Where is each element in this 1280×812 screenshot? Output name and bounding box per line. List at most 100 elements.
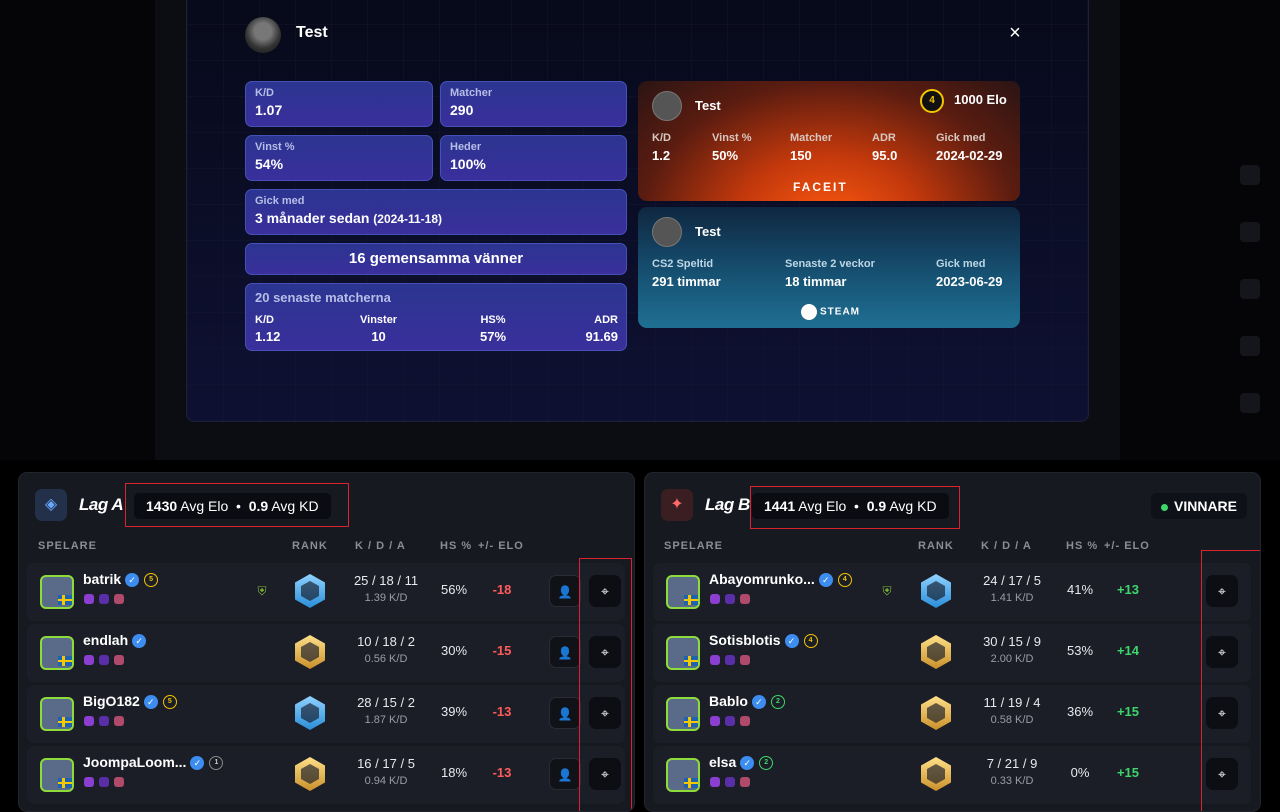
badge-icon [99,655,109,665]
badge-icon [99,594,109,604]
player-name-text[interactable]: JoompaLoom... [83,754,186,770]
player-kd: 0.94 K/D [364,775,408,787]
player-kd: 1.41 K/D [990,592,1034,604]
view-profile-button[interactable]: ⌖ [1206,697,1238,729]
player-name[interactable]: endlah ✓ [83,632,147,649]
recent-col-label: HS% [480,314,506,326]
player-name-text[interactable]: endlah [83,632,128,648]
joined-relative: 3 månader sedan [255,210,370,226]
close-icon[interactable]: × [1005,23,1025,43]
add-friend-button[interactable]: 👤 [549,758,581,790]
player-name[interactable]: JoompaLoom... ✓ 1 [83,754,224,771]
rank-icon [921,635,951,669]
player-name[interactable]: Bablo ✓ 2 [709,693,785,710]
faceit-name: Test [695,98,721,113]
view-profile-button[interactable]: ⌖ [589,697,621,729]
player-kda: 7 / 21 / 9 [986,756,1038,771]
player-row: Sotisblotis ✓ 4 30 / 15 / 9 2.00 K/D 53% +14 ⌖ [653,624,1251,682]
badge-icon [725,655,735,665]
winner-dot [1161,503,1168,511]
player-name-text[interactable]: batrik [83,571,121,587]
deaths: 17 [1008,573,1023,588]
view-profile-button[interactable]: ⌖ [1206,758,1238,790]
assists: 2 [407,695,415,710]
player-hs: 36% [1066,704,1094,719]
player-name-text[interactable]: elsa [709,754,736,770]
faceit-card[interactable]: Test 4 1000 Elo K/D 1.2 Vinst % 50% Matche… [638,81,1020,201]
badge-icon [84,655,94,665]
deaths: 15 [382,695,397,710]
recent-col-wins: Vinster 10 [360,314,397,344]
player-hs: 0% [1070,765,1090,780]
view-profile-button[interactable]: ⌖ [589,636,621,668]
view-profile-button[interactable]: ⌖ [1206,575,1238,607]
player-kda: 10 / 18 / 2 [357,634,415,649]
steam-avatar [652,217,682,247]
stat-label: Heder [450,141,482,153]
steam-name: Test [695,224,721,239]
player-kda: 16 / 17 / 5 [357,756,415,771]
player-elo-change: +15 [1116,704,1140,719]
badge-icon [84,716,94,726]
player-name-text[interactable]: Bablo [709,693,748,709]
faceit-col-adr: ADR 95.0 [872,132,897,163]
player-badges [84,777,129,789]
steam-col-value: 291 timmar [652,274,721,289]
player-name[interactable]: elsa ✓ 2 [709,754,774,771]
view-profile-button[interactable]: ⌖ [1206,636,1238,668]
player-name-text[interactable]: Sotisblotis [709,632,781,648]
player-row: Bablo ✓ 2 11 / 19 / 4 0.58 K/D 36% +15 ⌖ [653,685,1251,743]
assists: 4 [1033,695,1041,710]
stat-card-kd: K/D 1.07 [245,81,433,127]
add-friend-button[interactable]: 👤 [549,697,581,729]
player-name-text[interactable]: BigO182 [83,693,140,709]
view-profile-button[interactable]: ⌖ [589,758,621,790]
add-friend-button[interactable]: 👤 [549,636,581,668]
player-name-text[interactable]: Abayomrunko... [709,571,815,587]
team-a-icon: ◈ [35,489,67,521]
badge-icon [114,716,124,726]
sweden-flag-icon [684,656,698,666]
stat-card-win-pct: Vinst % 54% [245,135,433,181]
rank-icon [295,574,325,608]
sweden-flag-icon [684,595,698,605]
player-elo-change: +13 [1116,582,1140,597]
player-name[interactable]: BigO182 ✓ 5 [83,693,177,710]
faceit-level-icon: 2 [759,756,774,771]
player-name[interactable]: Abayomrunko... ✓ 4 [709,571,852,588]
stat-label: Matcher [450,87,493,99]
kills: 10 [357,634,372,649]
team-b-avg-kd: 0.9 [866,498,887,514]
player-name[interactable]: batrik ✓ 5 [83,571,159,588]
kills: 25 [353,573,369,588]
steam-col-recent: Senaste 2 veckor 18 timmar [785,258,875,289]
avg-elo-label: Avg Elo [798,498,847,514]
player-kd: 0.58 K/D [990,714,1034,726]
sweden-flag-icon [684,717,698,727]
player-name[interactable]: Sotisblotis ✓ 4 [709,632,818,649]
faceit-elo: 1000 Elo [954,92,1007,107]
faceit-col-value: 2024-02-29 [936,148,1003,163]
steam-card[interactable]: Test CS2 Speltid 291 timmar Senaste 2 vec… [638,207,1020,328]
steam-col-value: 2023-06-29 [936,274,1003,289]
faceit-col-label: ADR [872,132,896,144]
recent-col-kd: K/D 1.12 [255,314,280,344]
faceit-col-label: K/D [652,132,671,144]
ghost-icon [1240,165,1260,185]
team-b-summary: 1441 Avg Elo • 0.9 Avg KD [752,493,949,519]
mutual-friends-button[interactable]: 16 gemensamma vänner [245,243,627,275]
assists: 2 [407,634,415,649]
rank-icon [921,696,951,730]
player-kd: 1.87 K/D [364,714,408,726]
stat-label: Vinst % [255,141,295,153]
steam-col-value: 18 timmar [785,274,847,289]
rank-icon [295,757,325,791]
view-profile-button[interactable]: ⌖ [589,575,621,607]
recent-matches-title: 20 senaste matcherna [255,290,391,305]
add-friend-button[interactable]: 👤 [549,575,581,607]
ghost-icon [1240,336,1260,356]
badge-icon [84,777,94,787]
player-row: batrik ✓ 5 ⛨ 25 / 18 / 11 1.39 K/D 56% -18 👤 ⌖ [27,563,625,621]
col-head-kda: K / D / A [981,540,1032,552]
faceit-col-joined: Gick med 2024-02-29 [936,132,1003,163]
